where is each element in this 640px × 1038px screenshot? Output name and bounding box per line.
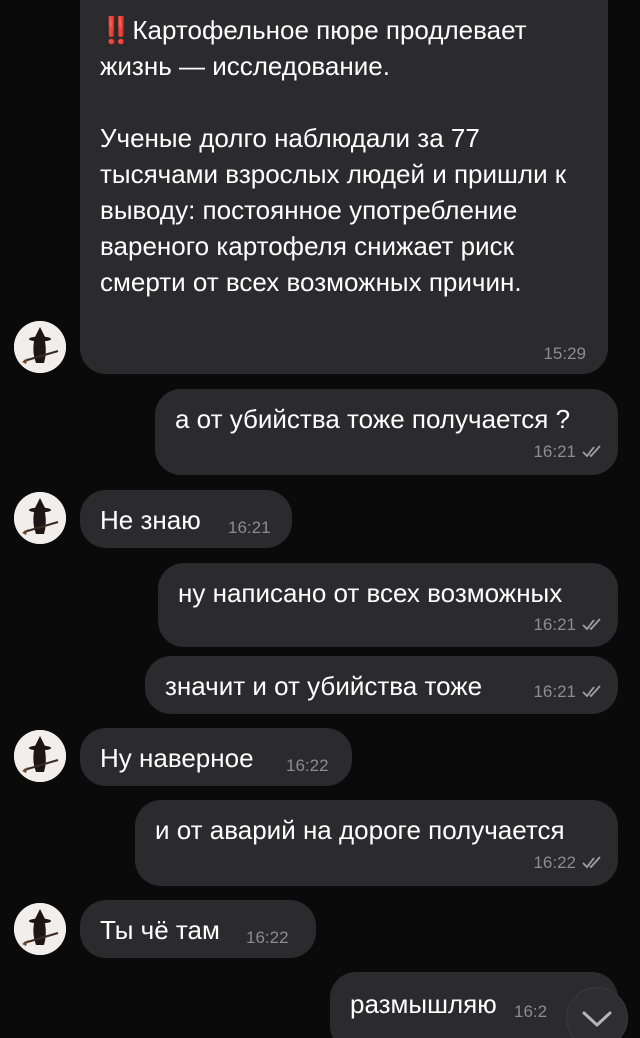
message-time: 16:22 <box>533 853 604 874</box>
double-check-icon <box>582 854 604 874</box>
message-text-body: Картофельное пюре продлевает жизнь — исс… <box>100 15 567 297</box>
witch-avatar-icon <box>14 903 66 955</box>
avatar[interactable] <box>14 492 66 544</box>
outgoing-message-bubble[interactable]: значит и от убийства тоже 16:21 <box>145 656 618 714</box>
scroll-to-bottom-button[interactable] <box>566 987 628 1038</box>
message-text: а от убийства тоже получается ? <box>175 404 571 434</box>
message-time: 16:21 <box>533 682 604 703</box>
message-text: ну написано от всех возможных <box>178 578 563 608</box>
message-time-label: 16:21 <box>533 682 576 701</box>
message-time-label: 16:22 <box>533 853 576 872</box>
message-time: 16:21 <box>533 442 604 463</box>
message-time: 16:21 <box>228 518 271 537</box>
double-check-icon <box>582 683 604 703</box>
message-time: 16:2 <box>514 1002 548 1021</box>
double-exclamation-emoji: ‼️ <box>100 15 133 45</box>
message-time: 16:22 <box>286 756 329 775</box>
message-text: ‼️Картофельное пюре продлевает жизнь — и… <box>100 12 600 300</box>
message-time-label: 16:21 <box>533 615 576 634</box>
message-time: 16:22 <box>246 928 289 947</box>
message-text: значит и от убийства тоже <box>165 671 483 701</box>
avatar[interactable] <box>14 321 66 373</box>
incoming-message-bubble[interactable]: Не знаю 16:21 <box>80 490 292 548</box>
message-text: Не знаю <box>100 505 201 535</box>
avatar[interactable] <box>14 903 66 955</box>
witch-avatar-icon <box>14 492 66 544</box>
outgoing-message-bubble[interactable]: и от аварий на дороге получается 16:22 <box>135 800 618 886</box>
message-time: 16:21 <box>533 615 604 636</box>
witch-avatar-icon <box>14 730 66 782</box>
message-text: и от аварий на дороге получается <box>155 815 565 845</box>
incoming-message-bubble[interactable]: Ну наверное 16:22 <box>80 728 352 786</box>
double-check-icon <box>582 616 604 636</box>
incoming-message-bubble[interactable]: Ты чё там 16:22 <box>80 900 316 958</box>
message-text: Ну наверное <box>100 743 254 773</box>
message-text: размышляю <box>350 989 497 1019</box>
message-time: 15:29 <box>543 344 586 363</box>
outgoing-message-bubble[interactable]: а от убийства тоже получается ? 16:21 <box>155 389 618 475</box>
message-text: Ты чё там <box>100 915 220 945</box>
message-time-label: 16:21 <box>533 442 576 461</box>
chat-message-list[interactable]: ‼️Картофельное пюре продлевает жизнь — и… <box>0 0 640 1038</box>
witch-avatar-icon <box>14 321 66 373</box>
double-check-icon <box>582 443 604 463</box>
outgoing-message-bubble[interactable]: ну написано от всех возможных 16:21 <box>158 563 618 647</box>
incoming-message-bubble[interactable]: ‼️Картофельное пюре продлевает жизнь — и… <box>80 0 608 374</box>
chevron-down-icon <box>582 1011 612 1027</box>
avatar[interactable] <box>14 730 66 782</box>
